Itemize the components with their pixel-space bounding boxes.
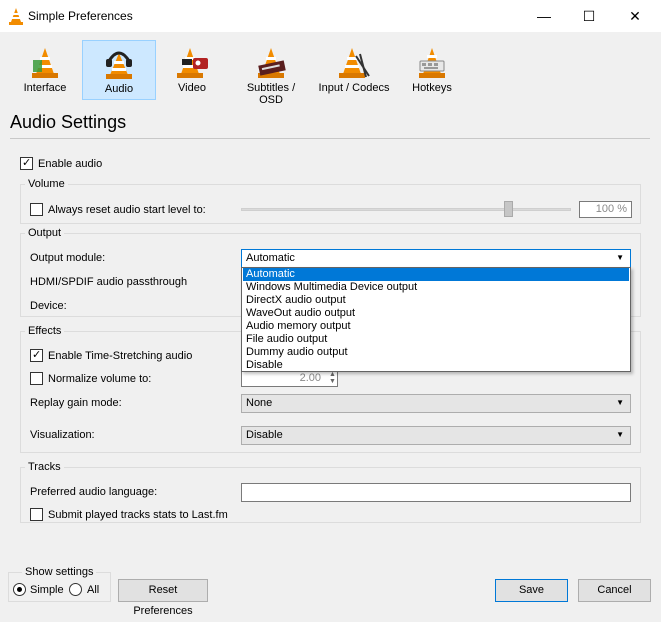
cone-headphones-icon — [106, 51, 132, 79]
tab-interface[interactable]: Interface — [8, 40, 82, 100]
enable-audio-checkbox[interactable] — [20, 156, 33, 170]
heading-divider — [10, 138, 650, 139]
tab-subtitles-osd[interactable]: Subtitles / OSD — [234, 40, 308, 106]
reset-preferences-button[interactable]: Reset Preferences — [118, 579, 208, 617]
tab-input-codecs-label: Input / Codecs — [318, 82, 390, 94]
window-title: Simple Preferences — [28, 9, 133, 23]
passthrough-label: HDMI/SPDIF audio passthrough — [30, 276, 188, 288]
volume-level-field[interactable]: 100 % — [579, 201, 632, 218]
replay-gain-label: Replay gain mode: — [30, 397, 122, 409]
time-stretching-checkbox[interactable] — [30, 348, 43, 362]
minimize-icon: — — [537, 8, 551, 24]
visualization-select[interactable]: Disable ▼ — [241, 426, 631, 445]
tab-audio[interactable]: Audio — [82, 40, 156, 100]
visualization-value: Disable — [246, 429, 283, 441]
output-module-label: Output module: — [30, 252, 106, 264]
normalize-value-spinbox[interactable]: 2.00 — [241, 370, 338, 387]
preferred-language-label: Preferred audio language: — [30, 486, 158, 498]
output-module-value: Automatic — [246, 252, 295, 264]
cone-subtitles-icon — [258, 48, 286, 78]
maximize-button[interactable]: ☐ — [566, 0, 612, 32]
normalize-label: Normalize volume to: — [48, 373, 152, 385]
minimize-button[interactable]: — — [521, 0, 567, 32]
replay-gain-select[interactable]: None ▼ — [241, 394, 631, 413]
replay-gain-value: None — [246, 397, 273, 409]
dropdown-option-dummy-audio[interactable]: Dummy audio output — [243, 346, 629, 359]
dropdown-option-automatic[interactable]: Automatic — [243, 268, 629, 281]
lastfm-checkbox[interactable] — [30, 508, 43, 521]
chevron-down-icon: ▼ — [616, 398, 624, 407]
normalize-checkbox[interactable] — [30, 372, 43, 385]
tab-interface-label: Interface — [23, 82, 67, 94]
output-group-title: Output — [25, 227, 65, 239]
spin-arrows-icon[interactable]: ▲ ▼ — [329, 371, 336, 385]
dropdown-option-directx[interactable]: DirectX audio output — [243, 294, 629, 307]
cone-hotkeys-icon — [419, 48, 445, 78]
dropdown-option-disable[interactable]: Disable — [243, 359, 629, 372]
cancel-button[interactable]: Cancel — [578, 579, 651, 602]
chevron-down-icon: ▼ — [616, 430, 624, 439]
simple-radio-label: Simple — [30, 584, 64, 596]
all-radio-label: All — [87, 584, 100, 596]
reset-volume-label: Always reset audio start level to: — [48, 204, 206, 216]
tab-audio-label: Audio — [104, 83, 134, 95]
dropdown-option-file-audio[interactable]: File audio output — [243, 333, 629, 346]
tracks-group-title: Tracks — [25, 461, 64, 473]
volume-slider-handle[interactable] — [504, 201, 513, 217]
maximize-icon: ☐ — [582, 7, 596, 24]
save-button[interactable]: Save — [495, 579, 568, 602]
cone-codecs-icon — [339, 48, 370, 78]
cone-interface-icon — [32, 48, 58, 78]
page-title: Audio Settings — [10, 112, 127, 132]
dropdown-option-windows-multimedia[interactable]: Windows Multimedia Device output — [243, 281, 629, 294]
effects-group-title: Effects — [25, 325, 65, 337]
output-module-dropdown-list: Automatic Windows Multimedia Device outp… — [241, 267, 631, 372]
show-settings-title: Show settings — [22, 566, 97, 578]
tab-video-label: Video — [178, 82, 206, 94]
volume-slider-track[interactable] — [241, 208, 571, 211]
all-radio[interactable] — [69, 583, 82, 596]
device-label: Device: — [30, 300, 67, 312]
dropdown-option-waveout[interactable]: WaveOut audio output — [243, 307, 629, 320]
reset-volume-checkbox[interactable] — [30, 203, 43, 216]
volume-group-title: Volume — [25, 178, 68, 190]
output-module-select[interactable]: Automatic ▼ — [241, 249, 631, 268]
chevron-down-icon: ▼ — [616, 253, 624, 262]
tab-hotkeys-label: Hotkeys — [412, 82, 452, 94]
tab-subtitles-label: Subtitles / OSD — [246, 82, 296, 106]
tab-video[interactable]: Video — [155, 40, 229, 100]
vlc-cone-icon — [8, 7, 24, 25]
close-icon: ✕ — [629, 7, 641, 24]
lastfm-label: Submit played tracks stats to Last.fm — [48, 509, 228, 521]
preferred-language-input[interactable] — [241, 483, 631, 502]
tab-hotkeys[interactable]: Hotkeys — [395, 40, 469, 100]
dropdown-option-audio-memory[interactable]: Audio memory output — [243, 320, 629, 333]
visualization-label: Visualization: — [30, 429, 95, 441]
time-stretching-label: Enable Time-Stretching audio — [48, 350, 193, 362]
enable-audio-label: Enable audio — [38, 158, 103, 170]
simple-radio[interactable] — [13, 583, 26, 596]
cone-video-icon — [177, 48, 208, 78]
tab-input-codecs[interactable]: Input / Codecs — [318, 40, 390, 100]
close-button[interactable]: ✕ — [612, 0, 658, 32]
